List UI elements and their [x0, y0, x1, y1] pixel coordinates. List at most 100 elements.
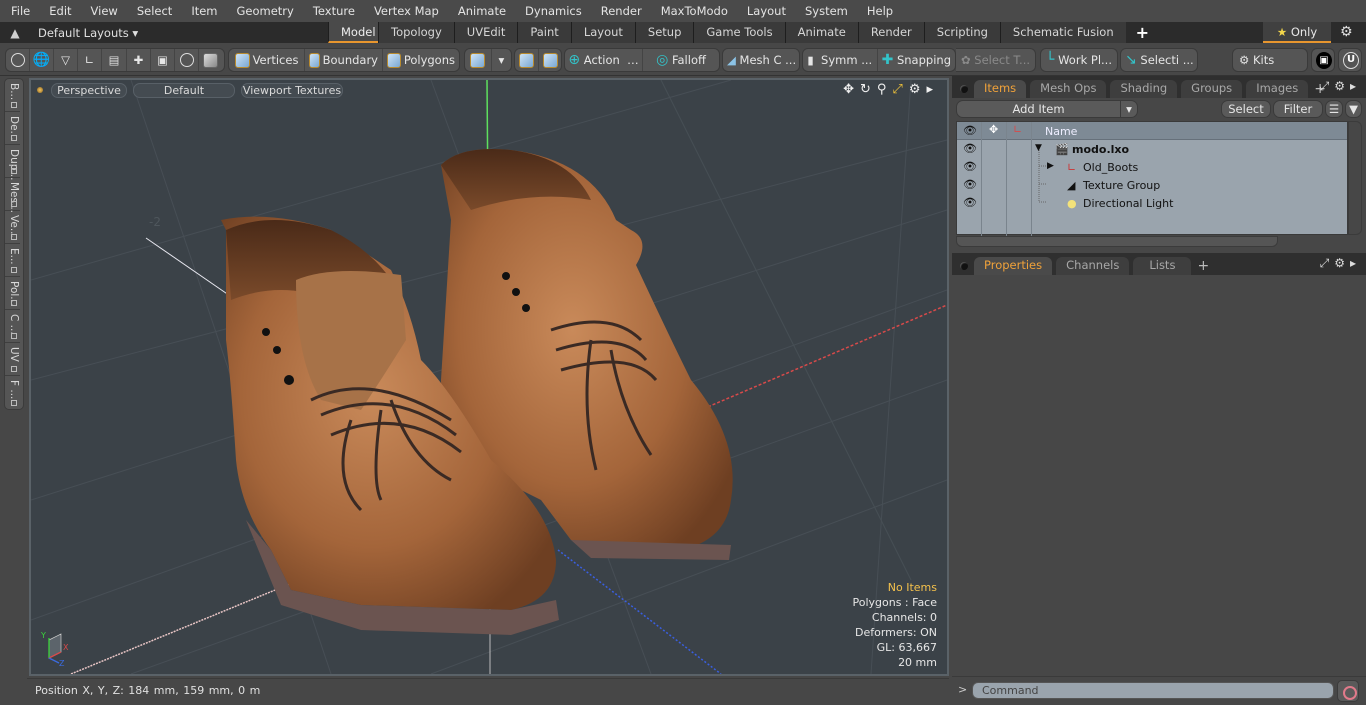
panel-menu-dot[interactable]	[960, 85, 968, 93]
boundary-button[interactable]: Boundary	[305, 49, 383, 71]
tree-row[interactable]: 👁 ● Directional Light	[957, 194, 1347, 212]
expand-panel-icon[interactable]: ⤢	[1320, 256, 1330, 271]
zoom-icon[interactable]: ⚲	[877, 82, 887, 97]
expand-panel-icon[interactable]: ⤢	[1320, 79, 1330, 94]
filter-button[interactable]: Filter	[1273, 100, 1323, 118]
side-tab-curve[interactable]: C ...	[5, 310, 20, 343]
menu-dynamics[interactable]: Dynamics	[514, 0, 590, 22]
tab-setup[interactable]: Setup	[634, 22, 694, 43]
pan-icon[interactable]: ✥	[843, 82, 854, 97]
unreal-button[interactable]: U	[1339, 49, 1361, 71]
menu-select[interactable]: Select	[126, 0, 180, 22]
side-tab-duplicate[interactable]: Dup...	[5, 145, 20, 180]
rotate-icon[interactable]: ↻	[860, 82, 871, 97]
tab-images[interactable]: Images	[1246, 80, 1309, 98]
tab-paint[interactable]: Paint	[517, 22, 571, 43]
tab-uvedit[interactable]: UVEdit	[453, 22, 518, 43]
layouts-dropdown[interactable]: Default Layouts ▾	[38, 26, 328, 40]
selection-sets-button[interactable]: ↘ Selecti ...	[1121, 49, 1197, 71]
pen-button[interactable]: ▽	[54, 49, 78, 71]
name-column-header[interactable]: Name	[1045, 125, 1077, 138]
panel-arrow-icon[interactable]: ▸	[1350, 256, 1356, 271]
side-tab-deform[interactable]: De...	[5, 112, 20, 145]
menu-file[interactable]: File	[0, 0, 38, 22]
tab-lists[interactable]: Lists	[1133, 257, 1192, 275]
maximize-icon[interactable]: ⤢	[892, 82, 902, 97]
viewport-gear-icon[interactable]: ⚙	[909, 82, 921, 97]
funnel-button[interactable]: ▼	[1345, 100, 1362, 118]
falloff-button[interactable]: ◎ Falloff	[643, 49, 719, 71]
expand-arrow-icon[interactable]: ▶	[1047, 161, 1054, 171]
command-input[interactable]: Command	[972, 682, 1334, 699]
panel-gear-icon[interactable]: ⚙	[1334, 79, 1345, 94]
side-tab-mesh-edit[interactable]: Mes...	[5, 178, 20, 213]
visibility-eye-icon[interactable]: 👁	[963, 142, 977, 155]
tab-render[interactable]: Render	[857, 22, 924, 43]
select-through-button[interactable]: ✿ Select T...	[956, 49, 1035, 71]
polygons-button[interactable]: Polygons	[383, 49, 459, 71]
tree-row[interactable]: 👁 ▶ ∟ Old_Boots	[957, 158, 1347, 176]
menu-vertex-map[interactable]: Vertex Map	[363, 0, 447, 22]
panel-menu-dot[interactable]	[960, 262, 968, 270]
visibility-eye-icon[interactable]: 👁	[963, 196, 977, 209]
layers-button[interactable]: ▤	[102, 49, 127, 71]
menu-system[interactable]: System	[794, 0, 856, 22]
panel-gear-icon[interactable]: ⚙	[1334, 256, 1345, 271]
side-tab-fusion[interactable]: F ...	[5, 376, 20, 409]
symmetry-button[interactable]: ▮ Symm ...	[803, 49, 878, 71]
tab-mesh-ops[interactable]: Mesh Ops	[1030, 80, 1107, 98]
action-center-button[interactable]: ⊕ Action …	[565, 49, 643, 71]
add-panel-tab-button[interactable]: +	[1197, 257, 1209, 275]
transform-b-button[interactable]	[539, 49, 561, 71]
tab-layout[interactable]: Layout	[570, 22, 635, 43]
menu-help[interactable]: Help	[856, 0, 901, 22]
panel-arrow-icon[interactable]: ▸	[1350, 79, 1356, 94]
tab-game-tools[interactable]: Game Tools	[693, 22, 785, 43]
tree-vertical-scrollbar[interactable]	[1348, 121, 1362, 235]
tab-model[interactable]: Model	[328, 22, 378, 43]
view-mode-dropdown[interactable]: Perspective	[51, 82, 127, 98]
visibility-eye-icon[interactable]: 👁	[963, 160, 977, 173]
tab-animate[interactable]: Animate	[784, 22, 858, 43]
snapping-button[interactable]: ✚ Snapping	[878, 49, 955, 71]
tree-row[interactable]: 👁 ▼ 🎬 modo.lxo	[957, 140, 1347, 158]
tab-properties[interactable]: Properties	[974, 257, 1053, 275]
tree-row[interactable]: 👁 ◢ Texture Group	[957, 176, 1347, 194]
mesh-constraint-button[interactable]: ◢ Mesh C ...	[723, 49, 799, 71]
tab-channels[interactable]: Channels	[1056, 257, 1130, 275]
side-tab-vertex[interactable]: Ve...	[5, 211, 20, 244]
material-mode-dropdown[interactable]: ▾	[492, 49, 511, 71]
collapse-arrow-icon[interactable]: ▼	[1035, 143, 1042, 153]
collapse-toolbar-icon[interactable]: ▲	[0, 26, 30, 40]
vertices-button[interactable]: Vertices	[229, 49, 305, 71]
menu-view[interactable]: View	[80, 0, 126, 22]
visibility-eye-icon[interactable]: 👁	[963, 178, 977, 191]
side-tab-polygon[interactable]: Pol...	[5, 277, 20, 310]
3d-viewport[interactable]: -2 Perspective Default Viewport Textures…	[29, 78, 949, 676]
material-mode-button[interactable]	[465, 49, 492, 71]
item-mode-button[interactable]	[199, 49, 222, 71]
menu-geometry[interactable]: Geometry	[226, 0, 302, 22]
select-button[interactable]: Select	[1221, 100, 1271, 118]
add-layout-tab-button[interactable]: +	[1136, 23, 1149, 42]
select-circle-button[interactable]	[6, 49, 30, 71]
tab-groups[interactable]: Groups	[1181, 80, 1243, 98]
add-item-button[interactable]: Add Item	[956, 100, 1121, 118]
curve-button[interactable]: ∟	[78, 49, 102, 71]
menu-edit[interactable]: Edit	[38, 0, 79, 22]
gear-icon[interactable]: ⚙	[1340, 22, 1353, 43]
viewport-textures-dropdown[interactable]: Viewport Textures	[241, 82, 343, 98]
list-options-button[interactable]: ☰	[1325, 100, 1343, 118]
viewport-menu-dot[interactable]	[37, 87, 43, 93]
menu-layout[interactable]: Layout	[736, 0, 794, 22]
side-tab-edge[interactable]: E...	[5, 244, 20, 277]
command-history-button[interactable]	[1337, 680, 1359, 702]
menu-render[interactable]: Render	[590, 0, 650, 22]
side-tab-uv[interactable]: UV	[5, 343, 20, 376]
shading-mode-dropdown[interactable]: Default	[133, 82, 235, 98]
add-item-dropdown[interactable]: ▾	[1120, 100, 1138, 118]
kits-button[interactable]: ⚙ Kits	[1233, 49, 1307, 71]
menu-item[interactable]: Item	[180, 0, 225, 22]
side-tab-basic[interactable]: B...	[5, 79, 20, 112]
menu-texture[interactable]: Texture	[302, 0, 363, 22]
